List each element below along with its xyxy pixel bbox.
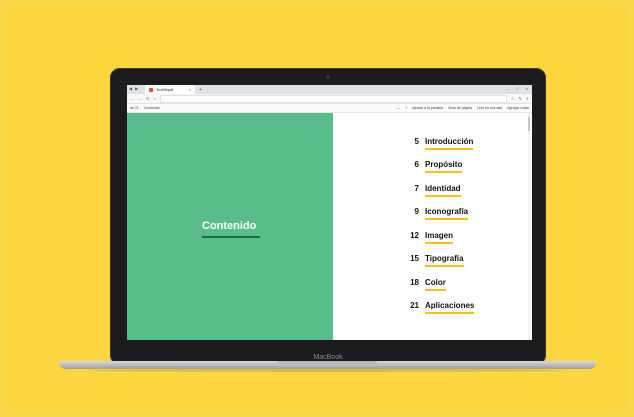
pdf-right-page: 5 Introducción 6 Propósito 7 Identidad 9… <box>333 113 532 340</box>
camera <box>326 75 330 79</box>
window-controls: – □ × <box>507 86 528 91</box>
pdf-left-page: Contenido <box>127 113 333 340</box>
laptop-shadow <box>87 369 567 372</box>
laptop-brand-label: MacBook <box>313 354 343 361</box>
notes-icon[interactable]: ✎ <box>518 96 521 101</box>
fit-page-button[interactable]: Ajustar a la pantalla <box>412 106 443 110</box>
toc-title: Introducción <box>425 137 474 150</box>
toc-item[interactable]: 21 Aplicaciones <box>397 301 475 314</box>
tab-back-icon[interactable]: ◀ <box>129 86 132 91</box>
toc-title: Tipografía <box>425 254 464 267</box>
browser-titlebar: ◀ ▶ TexBlkpdf × + – □ × <box>127 85 532 94</box>
home-button[interactable]: ⌂ <box>153 96 155 101</box>
laptop-screen: ◀ ▶ TexBlkpdf × + – □ × ← → ↻ ⌂ ☆ ✎ ⇪ de… <box>127 85 532 340</box>
back-button[interactable]: ← <box>130 96 134 101</box>
zoom-in-button[interactable]: + <box>405 106 407 110</box>
toc-item[interactable]: 6 Propósito <box>397 160 463 173</box>
new-tab-button[interactable]: + <box>199 87 202 93</box>
tab-nav-icons: ◀ ▶ <box>129 86 138 91</box>
pdf-viewer: Contenido 5 Introducción 6 Propósito 7 I… <box>127 113 532 340</box>
toc-page-number: 15 <box>410 254 419 263</box>
minimize-button[interactable]: – <box>507 86 509 91</box>
toc-page-number: 18 <box>410 278 419 287</box>
page-view-button[interactable]: Vista de página <box>448 106 472 110</box>
toc-page-number: 9 <box>414 207 419 216</box>
toc-title: Propósito <box>425 160 463 173</box>
url-input[interactable] <box>159 94 507 103</box>
toc-title: Aplicaciones <box>425 301 475 314</box>
toc-item[interactable]: 7 Identidad <box>397 184 461 197</box>
contents-button[interactable]: Contenido <box>144 106 160 110</box>
section-title: Contenido <box>202 220 257 232</box>
forward-button[interactable]: → <box>138 96 142 101</box>
scrollbar-track[interactable] <box>528 113 530 340</box>
tab-title: TexBlkpdf <box>156 87 174 92</box>
zoom-out-button[interactable]: — <box>397 106 401 110</box>
read-aloud-button[interactable]: Leer en voz alta <box>477 106 502 110</box>
toc-item[interactable]: 18 Color <box>397 278 446 291</box>
toc-page-number: 7 <box>414 184 419 193</box>
background-frame: ◀ ▶ TexBlkpdf × + – □ × ← → ↻ ⌂ ☆ ✎ ⇪ de… <box>7 7 627 410</box>
toc-title: Color <box>425 278 446 291</box>
address-bar: ← → ↻ ⌂ ☆ ✎ ⇪ <box>127 94 532 104</box>
scrollbar-thumb[interactable] <box>528 117 530 131</box>
toc-page-number: 12 <box>410 231 419 240</box>
toc-page-number: 6 <box>414 160 419 169</box>
section-title-underline <box>202 236 260 238</box>
toc-item[interactable]: 15 Tipografía <box>397 254 464 267</box>
tab-close-icon[interactable]: × <box>188 87 190 92</box>
toc-title: Iconografía <box>425 207 469 220</box>
toc-page-number: 21 <box>410 301 419 310</box>
browser-tab[interactable]: TexBlkpdf × <box>145 85 195 94</box>
page-indicator[interactable]: de 21 <box>130 106 139 110</box>
pdf-favicon-icon <box>149 87 153 92</box>
toc-title: Identidad <box>425 184 461 197</box>
refresh-button[interactable]: ↻ <box>146 96 149 101</box>
close-window-button[interactable]: × <box>526 86 528 91</box>
maximize-button[interactable]: □ <box>516 86 518 91</box>
favorite-star-icon[interactable]: ☆ <box>511 96 515 101</box>
toc-item[interactable]: 5 Introducción <box>397 137 474 150</box>
laptop-lid: ◀ ▶ TexBlkpdf × + – □ × ← → ↻ ⌂ ☆ ✎ ⇪ de… <box>110 68 546 365</box>
toc-item[interactable]: 12 Imagen <box>397 231 454 244</box>
toc-title: Imagen <box>425 231 454 244</box>
laptop-notch <box>277 361 377 364</box>
toc-item[interactable]: 9 Iconografía <box>397 207 469 220</box>
share-icon[interactable]: ⇪ <box>526 96 529 101</box>
tab-forward-icon[interactable]: ▶ <box>135 86 138 91</box>
toc-page-number: 5 <box>414 137 419 146</box>
pdf-toolbar: de 21 Contenido — + Ajustar a la pantall… <box>127 104 532 113</box>
add-notes-button[interactable]: Agregar notas <box>507 106 529 110</box>
